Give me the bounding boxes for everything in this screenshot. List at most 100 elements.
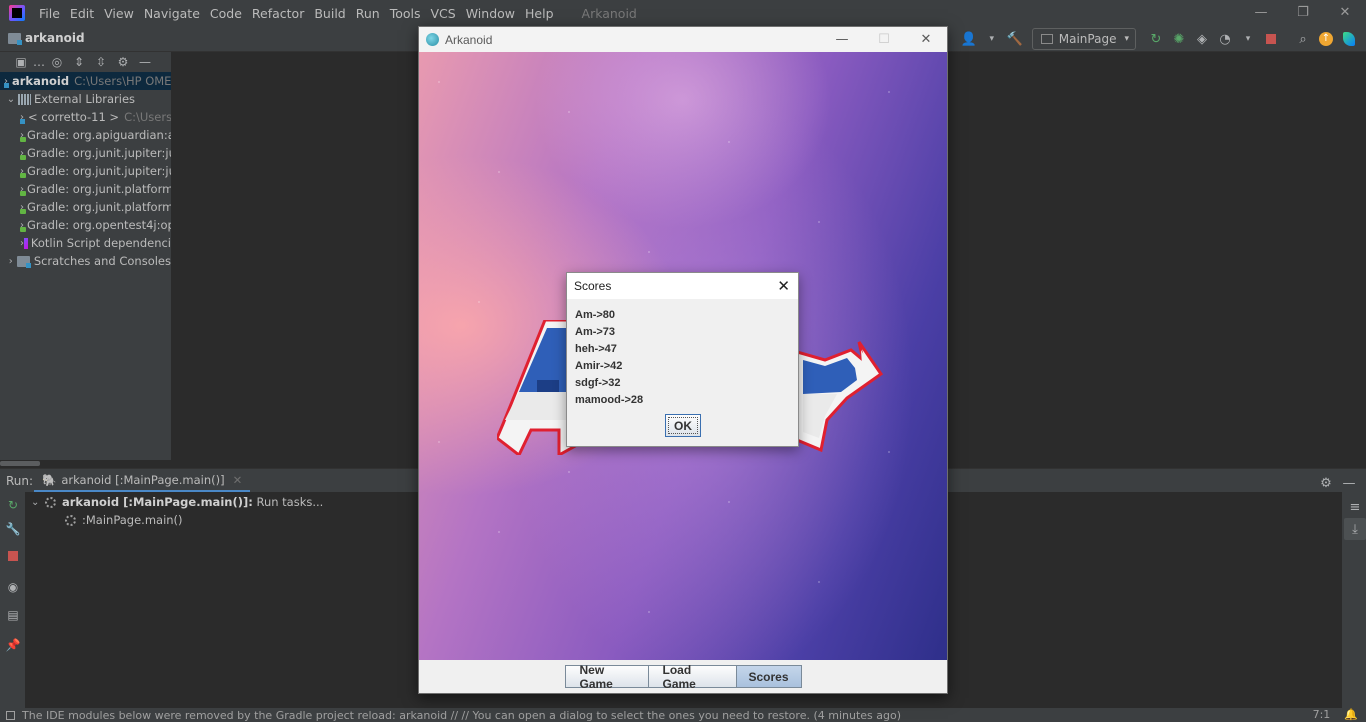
- pin-icon[interactable]: 📌: [5, 638, 21, 654]
- chevron-down-icon[interactable]: ▾: [1237, 28, 1259, 50]
- chevron-down-icon[interactable]: ⌄: [4, 94, 18, 105]
- close-icon[interactable]: ✕: [905, 27, 947, 52]
- hide-panel-icon[interactable]: —: [134, 55, 156, 69]
- eye-icon[interactable]: ◉: [5, 580, 21, 596]
- main-menubar: File Edit View Navigate Code Refactor Bu…: [0, 0, 1366, 26]
- scores-dialog-titlebar[interactable]: Scores ✕: [567, 273, 798, 299]
- spinner-icon: [65, 514, 76, 526]
- java-app-icon: [426, 33, 439, 46]
- new-game-button[interactable]: New Game: [564, 663, 649, 691]
- tree-item[interactable]: › Gradle: org.apiguardian:a: [0, 126, 171, 144]
- menu-file[interactable]: File: [39, 6, 60, 21]
- minimize-icon[interactable]: —: [821, 27, 863, 52]
- chevron-down-icon[interactable]: ▾: [981, 28, 1003, 50]
- chevron-down-icon[interactable]: ⌄: [31, 497, 45, 508]
- ok-button[interactable]: OK: [665, 414, 701, 437]
- scores-list: Am->80 Am->73 heh->47 Amir->42 sdgf->32 …: [575, 307, 643, 409]
- menu-view[interactable]: View: [104, 6, 134, 21]
- tree-item-label: < corretto-11 >: [28, 110, 120, 124]
- tree-item-label: Gradle: org.junit.jupiter:ju: [27, 164, 171, 178]
- caret-position[interactable]: 7:1: [1313, 708, 1331, 721]
- search-icon[interactable]: ⌕: [1292, 28, 1314, 50]
- minimize-icon[interactable]: —: [1240, 0, 1282, 26]
- menu-vcs[interactable]: VCS: [431, 6, 456, 21]
- menu-code[interactable]: Code: [210, 6, 242, 21]
- tool-window-toggle-icon[interactable]: [6, 710, 15, 720]
- maximize-icon: ☐: [878, 32, 890, 47]
- menu-tools[interactable]: Tools: [390, 6, 421, 21]
- run-tab-label: arkanoid [:MainPage.main()]: [61, 472, 225, 487]
- chevron-down-icon: ▾: [1124, 34, 1129, 44]
- status-bar: The IDE modules below were removed by th…: [0, 708, 1366, 722]
- tree-item[interactable]: › < corretto-11 > C:\Users: [0, 108, 171, 126]
- close-icon[interactable]: ✕: [777, 277, 790, 295]
- update-icon[interactable]: ↑: [1315, 28, 1337, 50]
- scrollbar-thumb[interactable]: [0, 461, 40, 466]
- tree-item[interactable]: › arkanoid C:\Users\HP OMEN: [0, 72, 171, 90]
- stop-icon[interactable]: [1260, 28, 1282, 50]
- tree-item-path: C:\Users\HP OMEN: [74, 74, 171, 88]
- tree-item[interactable]: › Gradle: org.junit.platform: [0, 180, 171, 198]
- close-icon[interactable]: ✕: [1324, 0, 1366, 26]
- menu-window[interactable]: Window: [466, 6, 515, 21]
- plugin-logo-icon[interactable]: [1338, 28, 1360, 50]
- layout-icon[interactable]: ▤: [5, 608, 21, 624]
- status-right: 7:1 🔔: [1313, 708, 1358, 721]
- tree-item[interactable]: ⌄ External Libraries: [0, 90, 171, 108]
- project-scrollbar[interactable]: [0, 460, 171, 467]
- project-view-icon[interactable]: ▣: [10, 55, 32, 69]
- tree-item[interactable]: › Gradle: org.opentest4j:op: [0, 216, 171, 234]
- scores-button[interactable]: Scores: [736, 665, 802, 688]
- gear-icon[interactable]: ⚙: [112, 55, 134, 69]
- run-tree-child[interactable]: :MainPage.main(): [65, 511, 183, 529]
- scroll-to-end-icon[interactable]: ⤓: [1344, 518, 1366, 540]
- menu-navigate[interactable]: Navigate: [144, 6, 200, 21]
- tree-item[interactable]: › Kotlin Script dependenci: [0, 234, 171, 252]
- menu-edit[interactable]: Edit: [70, 6, 94, 21]
- soft-wrap-icon[interactable]: ≡: [1344, 496, 1366, 518]
- tree-item[interactable]: › Scratches and Consoles: [0, 252, 171, 270]
- breadcrumb-project[interactable]: arkanoid: [25, 31, 85, 45]
- libraries-icon: [18, 93, 31, 105]
- status-message[interactable]: The IDE modules below were removed by th…: [22, 709, 901, 722]
- kotlin-script-icon: [24, 237, 28, 249]
- build-hammer-icon[interactable]: 🔨: [1004, 28, 1026, 50]
- coverage-icon[interactable]: ◈: [1191, 28, 1213, 50]
- window-title: Arkanoid: [581, 5, 637, 21]
- tree-item[interactable]: › Gradle: org.junit.jupiter:ju: [0, 162, 171, 180]
- menu-refactor[interactable]: Refactor: [252, 6, 304, 21]
- rerun-icon[interactable]: ↻: [1145, 28, 1167, 50]
- run-tree-root[interactable]: ⌄ arkanoid [:MainPage.main()]: Run tasks…: [31, 493, 323, 511]
- notifications-icon[interactable]: 🔔: [1344, 708, 1358, 721]
- tree-item-label: Gradle: org.junit.platform: [27, 200, 171, 214]
- restore-icon[interactable]: ❐: [1282, 0, 1324, 26]
- tree-item[interactable]: › Gradle: org.junit.jupiter:ju: [0, 144, 171, 162]
- run-config-selector[interactable]: MainPage ▾: [1031, 28, 1136, 50]
- breadcrumb[interactable]: arkanoid: [8, 31, 85, 45]
- wrench-icon[interactable]: 🔧: [5, 522, 21, 538]
- tree-item[interactable]: › Gradle: org.junit.platform: [0, 198, 171, 216]
- load-game-button[interactable]: Load Game: [648, 663, 737, 691]
- toolbar-right: 👤 ▾ 🔨 MainPage ▾ ↻ ✺ ◈ ◔ ▾ ⌕ ↑: [957, 28, 1360, 50]
- menu-help[interactable]: Help: [525, 6, 554, 21]
- tree-item-label: Gradle: org.apiguardian:a: [27, 128, 171, 142]
- more-icon[interactable]: …: [32, 55, 46, 69]
- user-icon[interactable]: 👤: [958, 28, 980, 50]
- score-entry: heh->47: [575, 343, 617, 355]
- expand-all-icon[interactable]: ⇕: [68, 55, 90, 69]
- stop-icon[interactable]: [5, 550, 21, 566]
- locate-icon[interactable]: ◎: [46, 55, 68, 69]
- gear-icon[interactable]: ⚙: [1315, 472, 1337, 494]
- tab-run-arkanoid[interactable]: 🐘 arkanoid [:MainPage.main()] ✕: [34, 469, 251, 493]
- menu-run[interactable]: Run: [356, 6, 380, 21]
- hide-panel-icon[interactable]: —: [1338, 472, 1360, 494]
- collapse-all-icon[interactable]: ⇳: [90, 55, 112, 69]
- run-config-label: MainPage: [1058, 32, 1117, 46]
- menu-build[interactable]: Build: [314, 6, 345, 21]
- chevron-right-icon[interactable]: ›: [4, 256, 17, 267]
- rerun-icon[interactable]: ↻: [5, 498, 21, 514]
- close-icon[interactable]: ✕: [233, 473, 243, 487]
- debug-icon[interactable]: ✺: [1168, 28, 1190, 50]
- profiler-icon[interactable]: ◔: [1214, 28, 1236, 50]
- arkanoid-titlebar[interactable]: Arkanoid — ☐ ✕: [419, 27, 947, 52]
